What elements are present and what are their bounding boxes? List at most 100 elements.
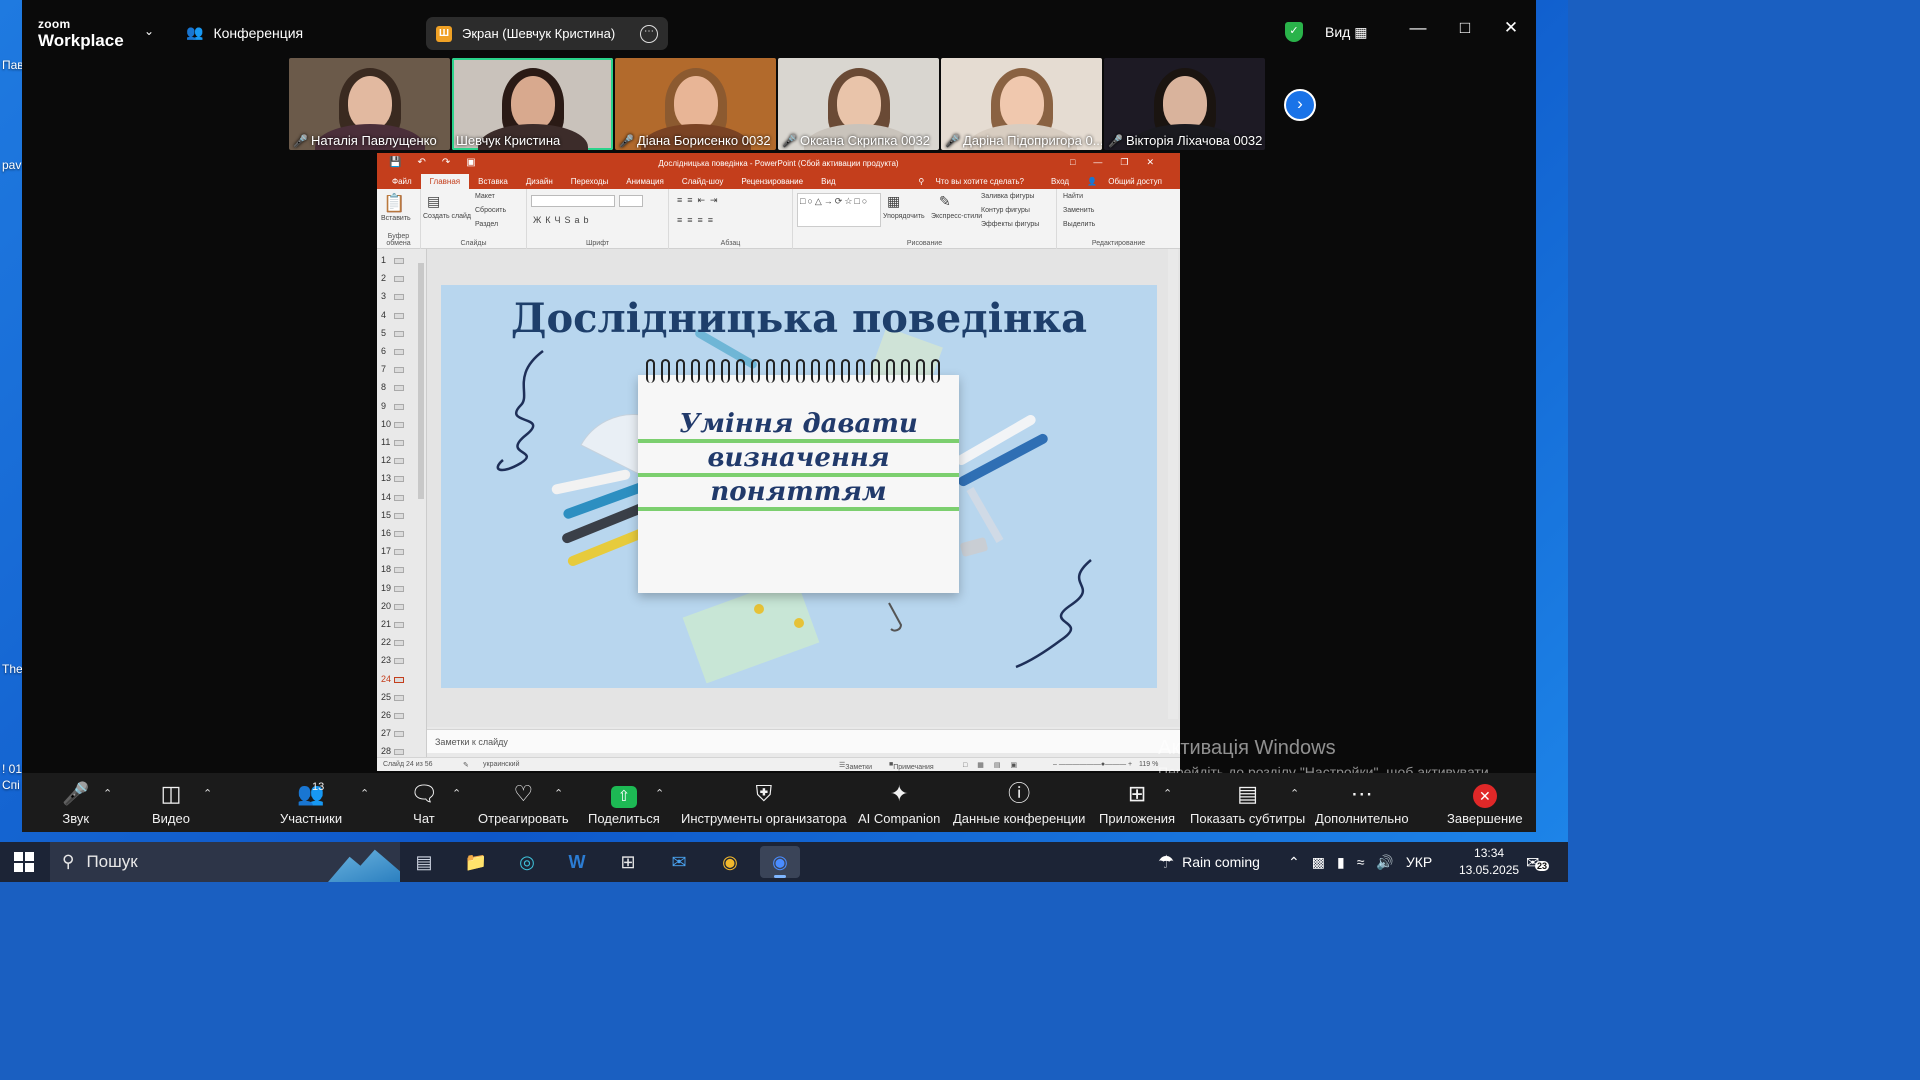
section-button[interactable]: Раздел [475,221,498,228]
slide-thumbnail-number[interactable]: 3 [381,291,386,301]
slide-thumbnail[interactable] [394,603,404,610]
slide-thumbnail[interactable] [394,713,404,719]
view-button[interactable]: Вид ▦ [1325,24,1367,41]
chevron-down-icon[interactable]: ⌄ [144,24,154,38]
ppt-tab[interactable]: Слайд-шоу [673,177,732,189]
task-view-icon[interactable]: ▤ [404,846,444,878]
word-icon[interactable]: W [557,846,597,878]
slide-thumbnail-number[interactable]: 22 [381,637,391,647]
slide-thumbnail-number[interactable]: 7 [381,364,386,374]
slide-thumbnail-number[interactable]: 27 [381,728,391,738]
shapes-gallery[interactable]: □○△→⟳☆□○ [797,193,881,227]
end-meeting-button[interactable]: ✕ Завершение [1447,779,1523,826]
video-options-caret[interactable]: ⌃ [203,787,212,800]
slide-thumbnail[interactable] [394,367,404,374]
status-zoom-level[interactable]: 119 % [1139,761,1158,768]
slide-thumbnail-number[interactable]: 14 [381,492,391,502]
quick-styles-icon[interactable]: ✎ [939,193,951,210]
slide-thumbnail[interactable] [394,640,404,647]
slide-thumbnail[interactable] [394,549,404,556]
quick-styles-button[interactable]: Экспресс-стили [931,213,982,220]
slide-thumbnail-number[interactable]: 20 [381,601,391,611]
slide-thumbnail[interactable] [394,494,404,501]
shape-fill-button[interactable]: Заливка фигуры [981,193,1034,200]
align-icons[interactable]: ≡≡≡≡ [677,215,718,225]
proofing-icon[interactable]: ✎ [463,761,469,769]
meet-icon[interactable]: ▩ [1312,854,1325,871]
ppt-tab[interactable]: Анимация [617,177,673,189]
tell-me-box[interactable]: ⚲ Что вы хотите сделать? [909,177,1042,189]
slide-thumbnail-number[interactable]: 11 [381,437,390,447]
slide-thumbnail[interactable] [394,294,404,301]
slide-thumbnail-number[interactable]: 12 [381,455,391,465]
arrange-button[interactable]: Упорядочить [883,213,925,220]
slide-thumbnail[interactable] [394,330,404,337]
slide-thumbnail[interactable] [394,731,404,738]
share-screen-button[interactable]: ⇧ Поделиться [588,779,660,826]
slide-thumbnail[interactable] [394,658,404,665]
select-button[interactable]: Выделить [1063,221,1095,228]
video-button[interactable]: ◫ Видео [152,779,190,826]
maximize-button[interactable]: □ [1450,18,1480,38]
wifi-icon[interactable]: ≈ [1357,854,1365,870]
minimize-button[interactable]: — [1403,18,1433,38]
slide-thumbnail[interactable] [394,512,404,519]
more-button[interactable]: ⋯ Дополнительно [1315,779,1409,826]
slide-thumbnail[interactable] [394,531,404,537]
battery-icon[interactable]: ▮ [1337,854,1345,871]
slide-thumbnail-number[interactable]: 1 [381,255,386,265]
slide-thumbnail[interactable] [394,421,404,428]
slide-thumbnail[interactable] [394,440,404,446]
shape-outline-button[interactable]: Контур фигуры [981,207,1030,214]
shape-effects-button[interactable]: Эффекты фигуры [981,221,1039,228]
zoom-app-icon[interactable]: ◉ [760,846,800,878]
security-shield-icon[interactable]: ✓ [1285,22,1303,42]
captions-options-caret[interactable]: ⌃ [1290,787,1299,800]
taskbar-clock[interactable]: 13:34 13.05.2025 [1459,845,1519,879]
arrange-icon[interactable]: ▦ [887,193,900,210]
desktop-icon-label[interactable]: Спі [2,778,20,792]
find-button[interactable]: Найти [1063,193,1083,200]
host-tools-button[interactable]: ⛨ Инструменты организатора [681,779,847,826]
signin-link[interactable]: Вход [1042,177,1078,189]
close-button[interactable]: ✕ [1496,18,1526,38]
font-name-input[interactable] [531,195,615,207]
mail-icon[interactable]: ✉ [659,846,699,878]
participants-options-caret[interactable]: ⌃ [360,787,369,800]
taskbar-search-box[interactable]: ⚲ Пошук [50,842,400,882]
participant-tile[interactable]: 🎤 Оксана Скрипка 0032 [778,58,939,150]
slide-scrollbar[interactable] [1168,249,1178,719]
slide-thumbnail[interactable] [394,349,404,355]
slide-thumbnail-number[interactable]: 9 [381,401,386,411]
slide-thumbnail-number[interactable]: 6 [381,346,386,356]
desktop-icon-label[interactable]: Пав [2,58,24,72]
thumbnail-scrollbar[interactable] [418,251,424,751]
desktop-icon-label[interactable]: The [2,662,23,676]
share-options-caret[interactable]: ⌃ [655,787,664,800]
participants-button[interactable]: 👥 13 Участники [280,779,342,826]
ppt-tab[interactable]: Главная [420,174,470,189]
audio-button[interactable]: 🎤 Звук [62,779,89,826]
apps-options-caret[interactable]: ⌃ [1163,787,1172,800]
slide-thumbnail-number[interactable]: 23 [381,655,391,665]
slide-thumbnail[interactable] [394,403,404,410]
participant-tile[interactable]: 🎤 Вікторія Ліхачова 0032 [1104,58,1265,150]
ppt-tab[interactable]: Вид [812,177,844,189]
notification-center-icon[interactable]: ✉ 23 [1526,853,1550,873]
slide-thumbnail[interactable] [394,385,404,392]
ppt-tab[interactable]: Дизайн [517,177,562,189]
captions-button[interactable]: ▤ Показать субтитры [1190,779,1305,826]
slide-thumbnail[interactable] [394,312,404,319]
slide-thumbnail[interactable] [394,622,404,628]
ppt-tab[interactable]: Файл [383,177,421,189]
scrollbar-thumb[interactable] [418,263,424,499]
slide-thumbnail[interactable] [394,585,404,592]
slide-thumbnail-number[interactable]: 21 [381,619,391,629]
reset-button[interactable]: Сбросить [475,207,506,214]
list-icons[interactable]: ≡≡⇤⇥ [677,195,723,206]
next-page-button[interactable]: › [1284,89,1316,121]
paste-icon[interactable]: 📋 [383,193,405,214]
slide-thumbnail[interactable] [394,676,404,683]
participant-tile[interactable]: 🎤 Наталія Павлущенко [289,58,450,150]
edge-browser-icon[interactable]: ◎ [507,846,547,878]
